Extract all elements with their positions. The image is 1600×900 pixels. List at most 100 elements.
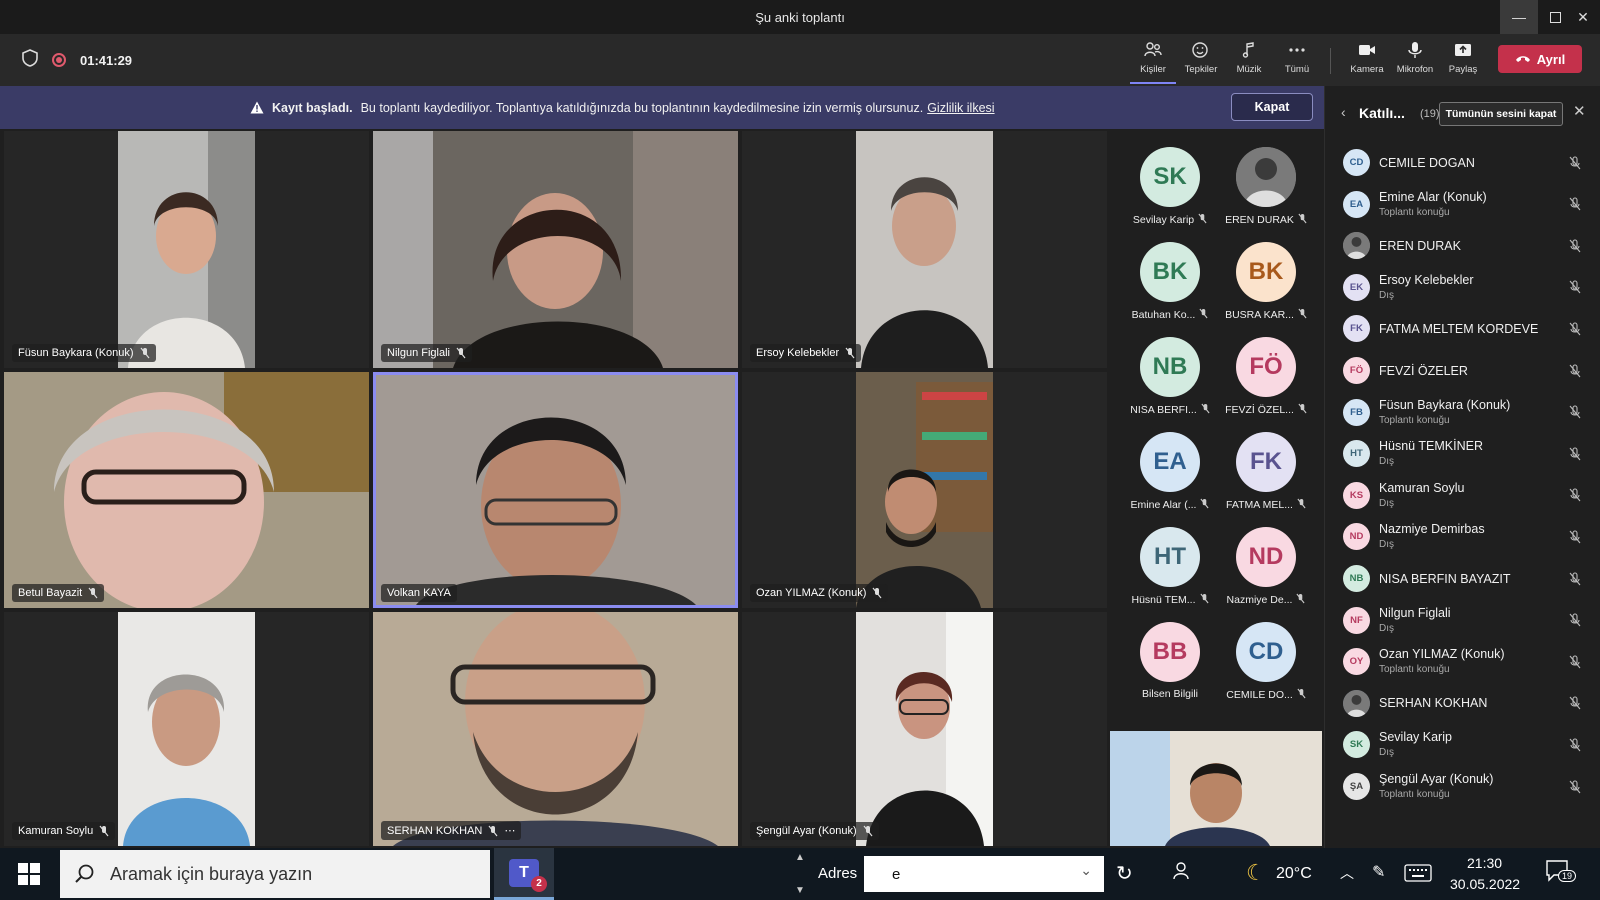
close-window-icon[interactable]: ✕ [1566,0,1600,34]
participant-row[interactable]: HT Hüsnü TEMKİNER Dış [1325,433,1600,474]
privacy-policy-link[interactable]: Gizlilik ilkesi [927,101,994,115]
video-tile[interactable]: Ozan YILMAZ (Konuk) [742,372,1107,608]
avatar-tile[interactable]: FÖ FEVZİ ÖZEL... [1218,329,1314,424]
mic-off-icon[interactable] [1569,447,1581,461]
mic-off-icon[interactable] [1569,738,1581,752]
chevron-down-icon[interactable]: ▼ [795,885,805,896]
pen-icon[interactable]: ✎ [1372,862,1385,882]
avatar-tile[interactable]: ND Nazmiye De... [1218,519,1314,614]
microphone-button[interactable]: Mikrofon [1392,40,1438,84]
avatar-label: Emine Alar (... [1130,499,1197,511]
mic-off-icon[interactable] [1569,363,1581,378]
participant-row[interactable]: EA Emine Alar (Konuk) Toplantı konuğu [1325,184,1600,225]
windows-start-icon[interactable] [18,863,40,890]
participant-row[interactable]: FB Füsun Baykara (Konuk) Toplantı konuğu [1325,392,1600,433]
mic-off-icon[interactable] [1569,197,1581,211]
video-tile[interactable]: Kamuran Soylu [4,612,369,846]
teams-taskbar-app[interactable]: T 2 [494,848,554,900]
mic-off-icon[interactable] [1569,530,1581,544]
avatar-tile[interactable]: EREN DURAK [1218,139,1314,234]
chevron-up-icon[interactable]: ▲ [795,852,805,863]
participant-row[interactable]: CD CEMILE DOGAN [1325,142,1600,183]
avatar: BK [1140,242,1200,302]
mic-off-icon[interactable] [1569,280,1581,294]
participant-row[interactable]: SERHAN KOKHAN [1325,683,1600,724]
mic-off-icon[interactable] [1569,613,1581,627]
avatar-tile[interactable]: BK BUSRA KAR... [1218,234,1314,329]
participant-role: Toplantı konuğu [1379,206,1450,218]
hang-up-icon [1515,56,1530,62]
share-button[interactable]: Paylaş [1440,40,1486,84]
participant-row[interactable]: FK FATMA MELTEM KORDEVE [1325,308,1600,349]
participant-row[interactable]: OY Ozan YILMAZ (Konuk) Toplantı konuğu [1325,641,1600,682]
taskbar-search-box[interactable]: Aramak için buraya yazın [60,850,490,898]
participant-row[interactable]: ND Nazmiye Demirbas Dış [1325,516,1600,557]
avatar [1236,147,1296,207]
participant-row[interactable]: NB NISA BERFIN BAYAZIT [1325,558,1600,599]
mic-off-icon[interactable] [1569,239,1581,253]
banner-close-button[interactable]: Kapat [1231,93,1313,121]
dropdown-chevron-icon[interactable]: ⌄ [1080,862,1092,879]
mic-off-icon[interactable] [1569,405,1581,419]
people-taskbar-icon[interactable] [1172,860,1194,887]
people-button[interactable]: Kişiler [1130,40,1176,84]
chevron-left-icon[interactable]: ‹ [1341,104,1346,120]
people-icon [1144,42,1162,57]
avatar-tile[interactable]: BB Bilsen Bilgili [1122,614,1218,709]
avatar-tile[interactable]: NB NISA BERFI... [1122,329,1218,424]
participant-row[interactable]: ŞA Şengül Ayar (Konuk) Toplantı konuğu [1325,766,1600,807]
mic-off-icon[interactable] [1569,322,1581,336]
mic-off-icon[interactable] [1569,571,1581,586]
keyboard-icon[interactable] [1404,864,1432,887]
tray-chevron-up-icon[interactable]: ︿ [1340,863,1354,883]
refresh-icon[interactable]: ↻ [1116,861,1133,886]
minimize-icon[interactable]: — [1500,0,1538,34]
avatar-tile[interactable]: SK Sevilay Karip [1122,139,1218,234]
window-title: Şu anki toplantı [755,9,845,25]
more-options-icon[interactable]: ⋯ [504,824,515,837]
notifications-icon[interactable]: 19 [1546,860,1577,887]
clock-date[interactable]: 30.05.2022 [1450,876,1520,892]
avatar-tile[interactable]: HT Hüsnü TEM... [1122,519,1218,614]
mic-off-icon[interactable] [1569,696,1581,710]
avatar-tile[interactable]: EA Emine Alar (... [1122,424,1218,519]
mic-off-icon [1199,593,1209,607]
clock-time[interactable]: 21:30 [1467,855,1502,871]
music-button[interactable]: Müzik [1226,40,1272,84]
address-input[interactable]: e ⌄ [864,856,1104,892]
mic-off-icon[interactable] [1569,779,1581,794]
mic-off-icon[interactable] [1569,155,1581,170]
video-tile[interactable]: Şengül Ayar (Konuk) [742,612,1107,846]
self-video-preview[interactable] [1110,731,1322,846]
participant-row[interactable]: EREN DURAK [1325,225,1600,266]
mute-all-button[interactable]: Tümünün sesini kapat [1439,102,1563,126]
participant-row[interactable]: KS Kamuran Soylu Dış [1325,475,1600,516]
video-tile[interactable]: Füsun Baykara (Konuk) [4,131,369,368]
temperature[interactable]: 20°C [1276,865,1312,883]
avatar-tile[interactable]: CD CEMILE DO... [1218,614,1314,709]
more-button[interactable]: Tümü [1274,40,1320,84]
avatar-tile[interactable]: FK FATMA MEL... [1218,424,1314,519]
avatar-label: EREN DURAK [1225,214,1294,226]
video-tile[interactable]: Nilgun Figlali [373,131,738,368]
mic-off-icon[interactable] [1569,488,1581,502]
participant-row[interactable]: SK Sevilay Karip Dış [1325,724,1600,765]
mic-off-icon[interactable] [1569,655,1581,669]
video-tile[interactable]: SERHAN KOKHAN ⋯ [373,612,738,846]
participant-row[interactable]: EK Ersoy Kelebekler Dış [1325,267,1600,308]
avatar-tile[interactable]: BK Batuhan Ko... [1122,234,1218,329]
address-scroll-buttons[interactable]: ▲ ▼ [790,852,810,896]
avatar: SK [1140,147,1200,207]
video-tile-active-speaker[interactable]: Volkan KAYA [373,372,738,608]
leave-button[interactable]: Ayrıl [1498,45,1582,73]
participant-row[interactable]: NF Nilgun Figlali Dış [1325,600,1600,641]
video-tile[interactable]: Ersoy Kelebekler [742,131,1107,368]
avatar: ŞA [1343,773,1370,800]
reactions-button[interactable]: Tepkiler [1178,40,1224,84]
participant-row[interactable]: FÖ FEVZİ ÖZELER [1325,350,1600,391]
weather-moon-icon[interactable]: ☾ [1246,860,1266,886]
microphone-icon [1408,42,1422,58]
video-tile[interactable]: Betul Bayazit [4,372,369,608]
close-panel-icon[interactable]: ✕ [1573,102,1586,120]
camera-button[interactable]: Kamera [1344,40,1390,84]
